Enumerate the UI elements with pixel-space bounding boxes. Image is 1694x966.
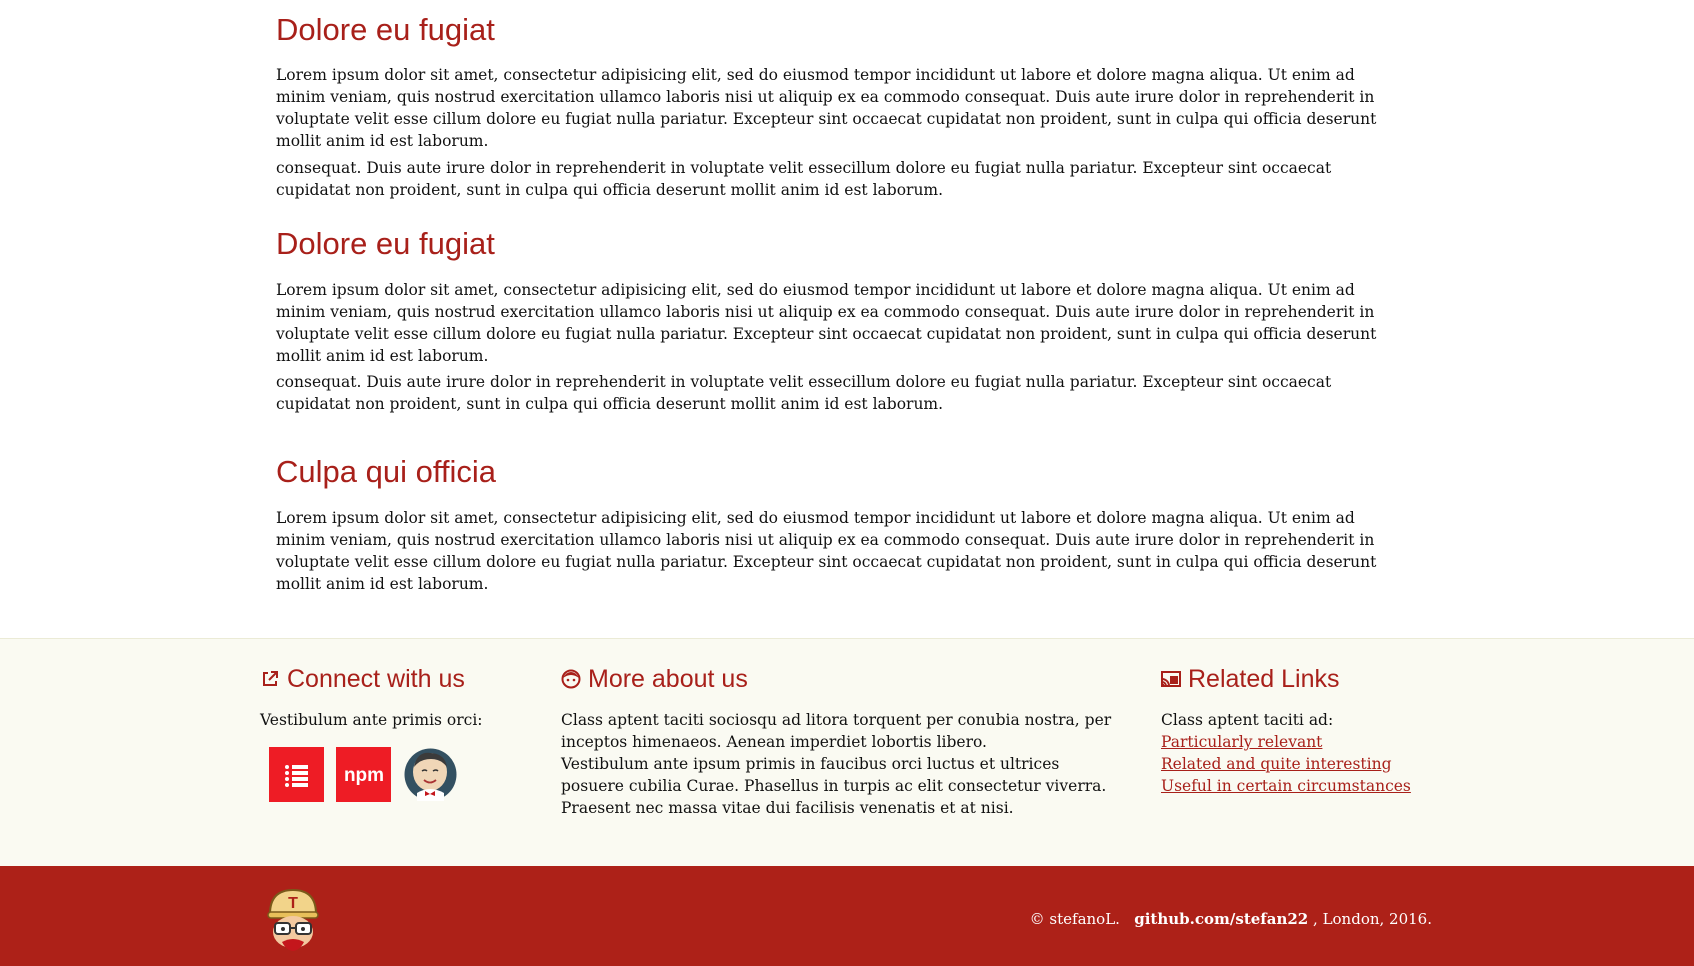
list-app-icon[interactable]: [269, 747, 324, 802]
section-title: Dolore eu fugiat: [276, 226, 495, 261]
related-column: Related Links Class aptent taciti ad: Pa…: [1161, 663, 1441, 797]
related-link-related-interesting[interactable]: Related and quite interesting: [1161, 753, 1441, 775]
npm-icon[interactable]: npm: [336, 747, 391, 802]
related-links: Particularly relevant Related and quite …: [1161, 731, 1441, 797]
section-paragraph: consequat. Duis aute irure dolor in repr…: [276, 373, 1332, 413]
mascot-logo: T: [262, 886, 324, 958]
bottom-bar: T © stefanoL. github.com/stefan22 , Lond…: [0, 866, 1694, 966]
related-link-useful-circumstances[interactable]: Useful in certain circumstances: [1161, 775, 1441, 797]
about-heading: More about us: [561, 663, 1121, 695]
section-paragraph: Lorem ipsum dolor sit amet, consectetur …: [276, 281, 1377, 365]
copyright: © stefanoL. github.com/stefan22 , London…: [1030, 908, 1432, 930]
about-title: More about us: [588, 665, 748, 693]
mascot-letter: T: [288, 895, 298, 912]
connect-lead: Vestibulum ante primis orci:: [260, 711, 483, 729]
about-column: More about us Class aptent taciti socios…: [561, 663, 1121, 819]
jenkins-icon[interactable]: [403, 747, 458, 802]
section-title: Culpa qui officia: [276, 454, 497, 489]
cast-icon: [1161, 671, 1181, 687]
related-heading: Related Links: [1161, 663, 1441, 695]
about-paragraph-1: Class aptent taciti sociosqu ad litora t…: [561, 711, 1112, 751]
face-icon: [561, 669, 581, 689]
connect-column: Connect with us Vestibulum ante primis o…: [260, 663, 510, 802]
footer: Connect with us Vestibulum ante primis o…: [0, 638, 1694, 866]
external-link-icon: [263, 671, 278, 686]
copyright-prefix: © stefanoL.: [1029, 910, 1120, 928]
npm-label: npm: [343, 765, 383, 785]
connect-heading: Connect with us: [260, 663, 510, 695]
copyright-suffix: , London, 2016.: [1313, 910, 1432, 928]
related-title: Related Links: [1188, 665, 1340, 693]
section-paragraph: Lorem ipsum dolor sit amet, consectetur …: [276, 509, 1377, 593]
github-link[interactable]: github.com/stefan22: [1134, 910, 1308, 928]
related-link-particularly-relevant[interactable]: Particularly relevant: [1161, 731, 1441, 753]
social-icons: npm: [269, 747, 510, 802]
section-title: Dolore eu fugiat: [276, 12, 495, 47]
section-paragraph: Lorem ipsum dolor sit amet, consectetur …: [276, 66, 1377, 150]
related-lead: Class aptent taciti ad:: [1161, 711, 1334, 729]
connect-title: Connect with us: [287, 665, 465, 693]
about-paragraph-2: Vestibulum ante ipsum primis in faucibus…: [561, 755, 1107, 817]
section-paragraph: consequat. Duis aute irure dolor in repr…: [276, 159, 1332, 199]
